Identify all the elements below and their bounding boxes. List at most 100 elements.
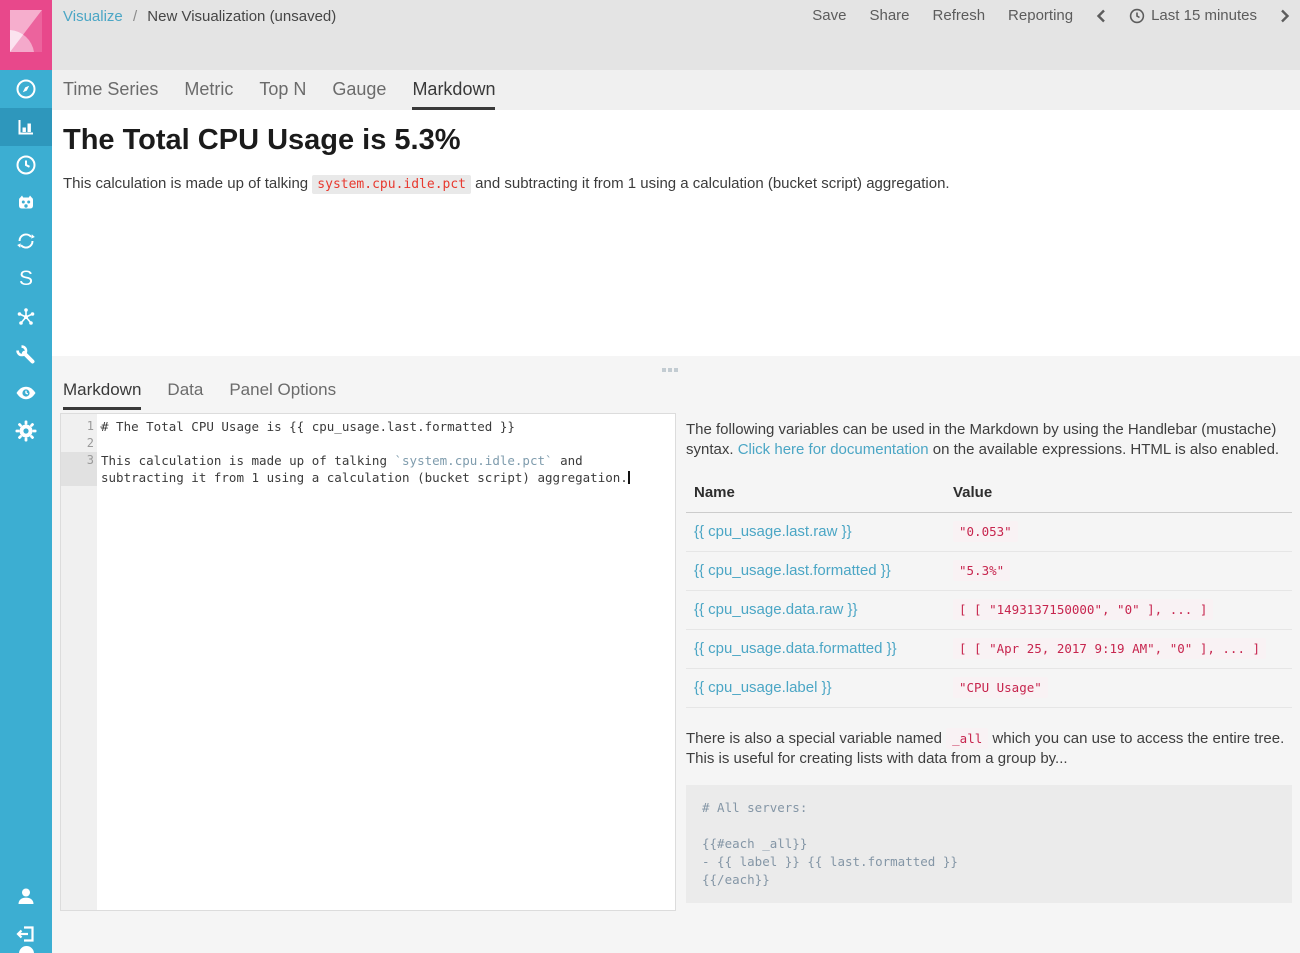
variable-link[interactable]: {{ cpu_usage.last.raw }} [694,523,852,540]
special-variable-note: There is also a special variable named _… [686,729,1292,769]
ml-face-icon [14,191,38,215]
gutter-line-1[interactable]: 1 ▾ [61,418,97,435]
markdown-code-editor[interactable]: 1 ▾ 2 3 # The Total CPU Usage is {{ cpu_… [60,413,676,911]
variable-link[interactable]: {{ cpu_usage.label }} [694,679,832,696]
timepicker-button[interactable]: Last 15 minutes [1129,7,1257,24]
example-line: {{/each}} [702,871,1276,889]
tab-metric[interactable]: Metric [184,79,233,110]
sidebar-item-discover[interactable] [0,70,52,108]
sidebar-item-account[interactable] [0,877,52,915]
editor-inline-code: `system.cpu.idle.pct` [395,453,553,468]
sidebar-item-logging[interactable]: S [0,260,52,298]
time-forward-button[interactable] [1280,9,1290,23]
tab-gauge[interactable]: Gauge [332,79,386,110]
wrench-icon [14,343,38,367]
tab-top-n[interactable]: Top N [259,79,306,110]
logout-icon [14,922,38,946]
chevron-right-icon [1280,9,1290,23]
example-code-block: # All servers: {{#each _all}} - {{ label… [686,785,1292,903]
clock-icon [1129,8,1145,24]
logging-s-icon: S [19,267,33,291]
breadcrumb-separator: / [133,8,137,25]
all-variable-chip: _all [946,728,988,749]
variable-value: "CPU Usage" [953,677,1048,698]
editor-line-3: This calculation is made up of talking `… [101,452,675,469]
variable-value: [ [ "1493137150000", "0" ], ... ] [953,599,1213,620]
eye-icon [14,381,38,405]
variable-link[interactable]: {{ cpu_usage.data.formatted }} [694,640,897,657]
header-actions: Save Share Refresh Reporting Last 15 min… [812,7,1290,24]
bar-chart-icon [14,115,38,139]
timepicker-label: Last 15 minutes [1151,7,1257,24]
example-line: {{#each _all}} [702,835,1276,853]
panel-tab-markdown[interactable]: Markdown [63,380,141,410]
editor-line-1: # The Total CPU Usage is {{ cpu_usage.la… [101,418,675,435]
sidebar-item-dev-tools[interactable] [0,336,52,374]
viz-type-tabbar: Time Series Metric Top N Gauge Markdown [52,70,1300,110]
text-cursor [628,471,630,484]
breadcrumb-visualize-link[interactable]: Visualize [63,8,123,25]
editor-line-2 [101,435,675,452]
chevron-left-icon [1096,9,1106,23]
breadcrumb-page-title: New Visualization (unsaved) [147,8,336,25]
top-header: Visualize / New Visualization (unsaved) … [52,0,1300,70]
table-row: {{ cpu_usage.label }} "CPU Usage" [686,669,1292,708]
table-row: {{ cpu_usage.last.formatted }} "5.3%" [686,552,1292,591]
tab-markdown[interactable]: Markdown [412,79,495,110]
breadcrumb: Visualize / New Visualization (unsaved) [63,8,336,25]
sidebar-item-timelion[interactable] [0,146,52,184]
user-icon [14,884,38,908]
table-row: {{ cpu_usage.last.raw }} "0.053" [686,513,1292,552]
editor-gutter: 1 ▾ 2 3 [61,414,97,910]
time-back-button[interactable] [1096,9,1106,23]
variable-value: "5.3%" [953,560,1010,581]
editor-content[interactable]: # The Total CPU Usage is {{ cpu_usage.la… [97,414,675,910]
column-header-name: Name [686,475,945,513]
share-button[interactable]: Share [869,7,909,24]
variable-value: [ [ "Apr 25, 2017 9:19 AM", "0" ], ... ] [953,638,1266,659]
sidebar-item-visualize[interactable] [0,108,52,146]
preview-heading: The Total CPU Usage is 5.3% [63,124,1300,157]
fold-arrow-icon[interactable]: ▾ [99,419,104,436]
help-intro: The following variables can be used in t… [686,420,1292,460]
panel-tab-panel-options[interactable]: Panel Options [229,380,336,410]
compass-icon [14,77,38,101]
sidebar-item-apm[interactable] [0,298,52,336]
kibana-logo-icon [0,0,52,70]
sidebar-item-graph[interactable] [0,222,52,260]
documentation-link[interactable]: Click here for documentation [738,441,929,458]
clock-icon [14,153,38,177]
kibana-logo[interactable] [0,0,52,70]
sidebar-item-machine-learning[interactable] [0,184,52,222]
app-sidebar: S [0,0,52,953]
variable-link[interactable]: {{ cpu_usage.data.raw }} [694,601,857,618]
markdown-help-panel: The following variables can be used in t… [686,420,1292,903]
gutter-line-2: 2 [61,435,97,452]
example-line: - {{ label }} {{ last.formatted }} [702,853,1276,871]
panel-resize-handle[interactable] [658,364,682,376]
gutter-line-3-wrap [61,469,97,486]
table-row: {{ cpu_usage.data.raw }} [ [ "1493137150… [686,591,1292,630]
save-button[interactable]: Save [812,7,846,24]
refresh-button[interactable]: Refresh [933,7,986,24]
graph-network-icon [14,305,38,329]
panel-tab-data[interactable]: Data [167,380,203,410]
variables-table: Name Value {{ cpu_usage.last.raw }} "0.0… [686,475,1292,708]
column-header-value: Value [945,475,1292,513]
example-line [702,817,1276,835]
sidebar-item-management[interactable] [0,412,52,450]
gear-icon [14,419,38,443]
table-row: {{ cpu_usage.data.formatted }} [ [ "Apr … [686,630,1292,669]
reporting-button[interactable]: Reporting [1008,7,1073,24]
example-line: # All servers: [702,799,1276,817]
description-text-before: This calculation is made up of talking [63,175,312,192]
description-text-after: and subtracting it from 1 using a calcul… [471,175,950,192]
variable-value: "0.053" [953,521,1018,542]
editor-panel: Markdown Data Panel Options 1 ▾ 2 3 # Th… [52,356,1300,953]
gutter-line-3: 3 [61,452,97,469]
preview-description: This calculation is made up of talking s… [63,175,1300,192]
tab-time-series[interactable]: Time Series [63,79,158,110]
sidebar-item-monitoring[interactable] [0,374,52,412]
variable-link[interactable]: {{ cpu_usage.last.formatted }} [694,562,891,579]
sync-icon [14,229,38,253]
